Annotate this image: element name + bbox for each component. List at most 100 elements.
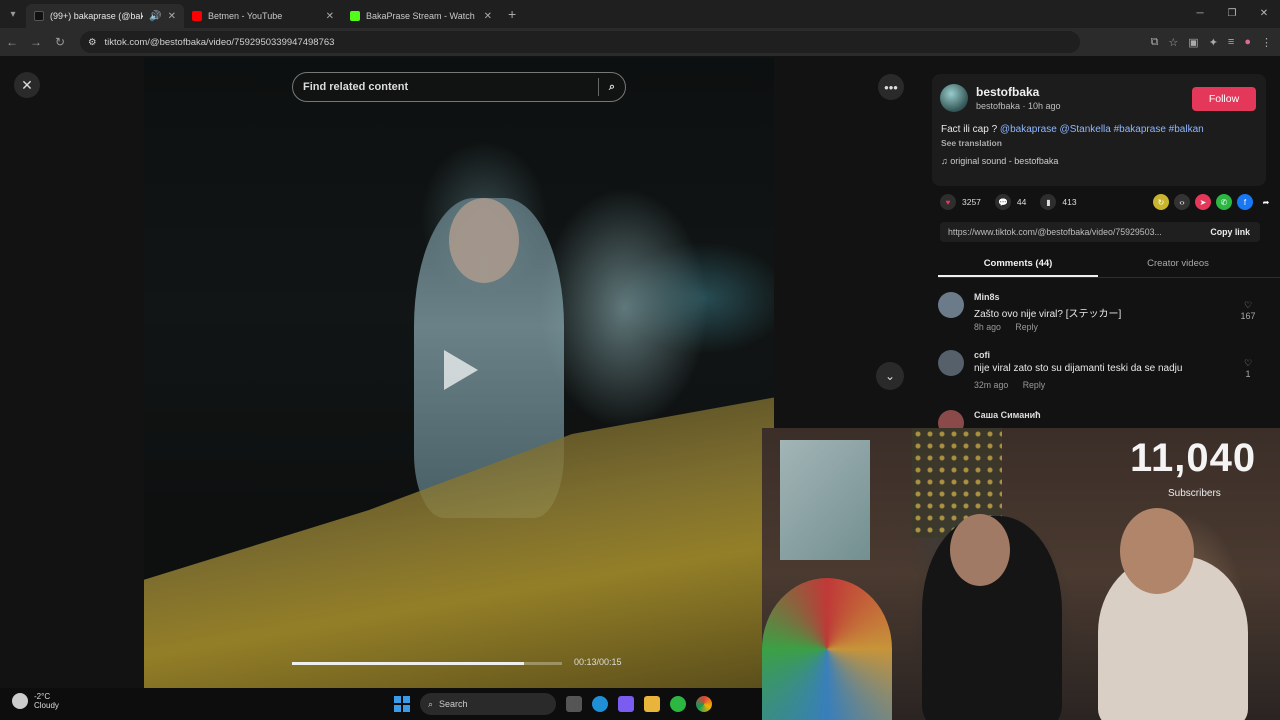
more-options-button[interactable]: ••• <box>878 74 904 100</box>
whatsapp-icon[interactable]: ✆ <box>1216 194 1232 210</box>
save-button[interactable]: ▮ 413 <box>1040 194 1077 210</box>
creator-subline: bestofbaka · 10h ago <box>976 101 1061 111</box>
subscriber-label: Subscribers <box>1168 488 1221 499</box>
tab-search-menu[interactable]: ▾ <box>0 0 26 28</box>
reply-link[interactable]: Reply <box>1023 380 1046 390</box>
close-tab-icon[interactable]: ✕ <box>168 11 176 22</box>
search-icon[interactable]: ⌕ <box>609 81 615 94</box>
comment-count: 44 <box>1016 197 1027 207</box>
follow-button[interactable]: Follow <box>1192 87 1256 111</box>
task-view-icon[interactable] <box>566 696 582 712</box>
new-tab-icon[interactable]: + <box>508 6 516 22</box>
copy-link-box: https://www.tiktok.com/@bestofbaka/video… <box>940 222 1260 242</box>
video-time: 00:13/00:15 <box>574 657 622 667</box>
weather-widget[interactable]: -2°C Cloudy <box>12 692 59 710</box>
tab-tiktok[interactable]: (99+) bakaprase (@bakapra... 🔊 ✕ <box>26 4 184 28</box>
sound-name: original sound - bestofbaka <box>950 156 1059 166</box>
address-bar[interactable]: ⚙ tiktok.com/@bestofbaka/video/759295033… <box>80 31 1080 53</box>
comment-text: Zašto ovo nije viral? [ステッカー] <box>974 309 1122 320</box>
video-progress-fill <box>292 662 525 665</box>
commenter-name[interactable]: Min8s <box>974 292 1000 302</box>
close-video-button[interactable]: ✕ <box>14 72 40 98</box>
bookmark-star-icon[interactable]: ☆ <box>1168 36 1178 49</box>
comment-time: 8h ago <box>974 322 1001 332</box>
copilot-icon[interactable] <box>618 696 634 712</box>
close-window-icon[interactable]: ✕ <box>1248 0 1280 28</box>
tab-comments[interactable]: Comments (44) <box>938 252 1098 277</box>
comment-tabs: Comments (44) Creator videos <box>938 252 1280 278</box>
facebook-icon[interactable]: f <box>1237 194 1253 210</box>
comment-like[interactable]: ♡ 167 <box>1238 300 1258 321</box>
chrome-icon[interactable] <box>696 696 712 712</box>
edge-icon[interactable] <box>592 696 608 712</box>
browser-menu-icon[interactable]: ⋮ <box>1261 36 1272 49</box>
taskbar-search[interactable]: ⌕ Search <box>420 693 556 715</box>
video-sidebar: bestofbaka bestofbaka · 10h ago Follow F… <box>918 56 1280 428</box>
subscriber-count: 11,040 <box>1130 436 1257 480</box>
like-button[interactable]: ♥ 3257 <box>940 194 981 210</box>
comment-button[interactable]: 💬 44 <box>994 194 1027 210</box>
maximize-icon[interactable]: ❐ <box>1216 0 1248 28</box>
tab-audio-icon[interactable]: 🔊 <box>149 11 161 22</box>
description-tags[interactable]: @bakaprase @Stankella #bakaprase #balkan <box>1000 124 1204 135</box>
install-app-icon[interactable]: ⧉ <box>1151 36 1159 49</box>
address-toolbar: ← → ↻ ⚙ tiktok.com/@bestofbaka/video/759… <box>0 28 1280 56</box>
send-icon[interactable]: ➤ <box>1195 194 1211 210</box>
extension-icon[interactable]: ▣ <box>1188 36 1198 49</box>
site-info-icon[interactable]: ⚙ <box>88 37 97 48</box>
related-search-input[interactable]: Find related content ⌕ <box>292 72 626 102</box>
profile-icon[interactable]: ● <box>1244 36 1251 48</box>
share-arrow-icon[interactable]: ➦ <box>1258 194 1274 210</box>
tab-youtube[interactable]: Betmen - YouTube ✕ <box>184 4 342 28</box>
tab-title: BakaPrase Stream - Watch Live <box>366 11 478 21</box>
search-placeholder: Find related content <box>303 81 409 93</box>
temperature: -2°C <box>34 692 51 701</box>
whatsapp-app-icon[interactable] <box>670 696 686 712</box>
embed-icon[interactable]: ‹› <box>1174 194 1190 210</box>
see-translation-link[interactable]: See translation <box>941 138 1002 148</box>
close-tab-icon[interactable]: ✕ <box>326 11 334 22</box>
repost-icon[interactable]: ↻ <box>1153 194 1169 210</box>
back-icon[interactable]: ← <box>0 35 24 49</box>
share-buttons: ↻ ‹› ➤ ✆ f ➦ <box>1153 194 1274 210</box>
comment-meta: 8h ago Reply <box>974 322 1050 332</box>
video-progress-bar[interactable] <box>292 662 562 665</box>
minimize-icon[interactable]: ─ <box>1184 0 1216 28</box>
tab-kick[interactable]: BakaPrase Stream - Watch Live ✕ <box>342 4 500 28</box>
next-video-button[interactable]: ⌄ <box>876 362 904 390</box>
commenter-avatar[interactable] <box>938 410 964 428</box>
extensions-puzzle-icon[interactable]: ✦ <box>1209 36 1218 49</box>
comment-text: nije viral zato sto su dijamanti teski d… <box>974 363 1183 374</box>
streamer-right-head <box>1120 508 1194 594</box>
tiktok-favicon-icon <box>34 11 44 21</box>
search-divider <box>597 78 599 96</box>
close-tab-icon[interactable]: ✕ <box>484 11 492 22</box>
file-explorer-icon[interactable] <box>644 696 660 712</box>
save-count: 413 <box>1062 197 1077 207</box>
copy-link-button[interactable]: Copy link <box>1200 227 1260 237</box>
creator-avatar[interactable] <box>940 84 968 112</box>
toolbar-icons: ⧉ ☆ ▣ ✦ ≡ ● ⋮ <box>1151 28 1272 56</box>
video-player[interactable]: Find related content ⌕ 00:13/00:15 <box>144 58 774 688</box>
reading-list-icon[interactable]: ≡ <box>1228 36 1234 48</box>
heart-icon: ♥ <box>940 194 956 210</box>
comment-like[interactable]: ♡ 1 <box>1238 358 1258 379</box>
commenter-avatar[interactable] <box>938 350 964 376</box>
heart-outline-icon: ♡ <box>1243 358 1253 368</box>
tab-creator-videos[interactable]: Creator videos <box>1098 252 1258 277</box>
bookmark-icon: ▮ <box>1040 194 1057 210</box>
comment-meta: 32m ago Reply <box>974 380 1057 390</box>
music-note-icon: ♫ <box>941 156 948 166</box>
forward-icon[interactable]: → <box>24 35 48 49</box>
creator-username[interactable]: bestofbaka <box>976 85 1039 99</box>
play-icon[interactable] <box>444 350 478 390</box>
commenter-name[interactable]: Саша Симанић <box>974 410 1041 420</box>
commenter-name[interactable]: cofi <box>974 350 990 360</box>
windows-start-icon[interactable] <box>394 696 410 712</box>
commenter-avatar[interactable] <box>938 292 964 318</box>
sound-row[interactable]: ♫ original sound - bestofbaka <box>941 156 1058 166</box>
comment-time: 32m ago <box>974 380 1009 390</box>
video-subject-head <box>449 198 519 283</box>
reload-icon[interactable]: ↻ <box>48 35 72 49</box>
reply-link[interactable]: Reply <box>1015 322 1038 332</box>
